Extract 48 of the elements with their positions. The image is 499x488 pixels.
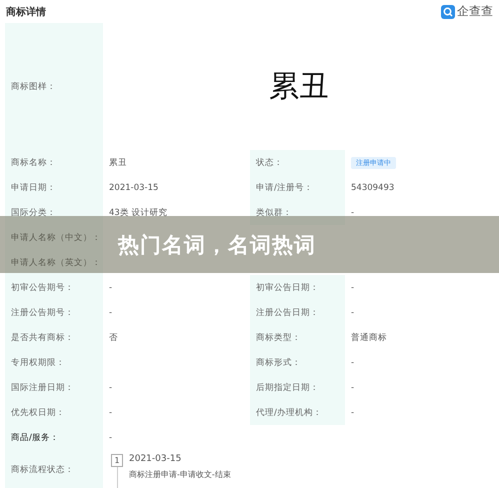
field-value: - bbox=[351, 358, 354, 368]
field-value: - bbox=[351, 308, 354, 318]
label-cell: 代理/办理机构： bbox=[250, 400, 345, 425]
label-cell: 商标图样： bbox=[5, 23, 103, 150]
label-cell: 申请/注册号： bbox=[250, 175, 345, 200]
field-value: 54309493 bbox=[351, 182, 394, 192]
label-cell: 初审公告日期： bbox=[250, 275, 345, 300]
banner-text: 热门名词，名词热词 bbox=[118, 232, 316, 258]
label-cell: 优先权日期： bbox=[5, 400, 103, 425]
field-value: - bbox=[109, 382, 112, 392]
field-value: 普通商标 bbox=[351, 332, 387, 344]
label-cell: 状态： bbox=[250, 150, 345, 175]
field-value: 否 bbox=[109, 332, 118, 344]
trademark-text: 累丑 bbox=[269, 68, 329, 106]
logo-text: 企查查 bbox=[457, 3, 493, 20]
field-value: - bbox=[351, 282, 354, 292]
label-cell: 类似群： bbox=[250, 200, 345, 225]
label-cell: 申请日期： bbox=[5, 175, 103, 200]
label-cell: 注册公告期号： bbox=[5, 300, 103, 325]
label-cell: 注册公告日期： bbox=[250, 300, 345, 325]
label-cell: 申请人名称（英文）： bbox=[5, 250, 103, 275]
page-title: 商标详情 bbox=[6, 5, 46, 18]
field-value: 累丑 bbox=[109, 156, 127, 168]
field-value: - bbox=[109, 282, 112, 292]
step-number: 1 bbox=[111, 454, 123, 467]
label-cell: 初审公告期号： bbox=[5, 275, 103, 300]
field-value: - bbox=[351, 408, 354, 418]
label-cell: 商标流程状态： bbox=[5, 450, 103, 488]
field-value: - bbox=[109, 308, 112, 318]
field-value: - bbox=[351, 382, 354, 392]
label-cell: 后期指定日期： bbox=[250, 375, 345, 400]
field-value: - bbox=[109, 408, 112, 418]
magnifier-logo-icon bbox=[441, 4, 455, 18]
step-description: 商标注册申请-申请收文-结束 bbox=[129, 469, 231, 480]
label-cell: 申请人名称（中文）： bbox=[5, 225, 103, 250]
label-cell: 商标形式： bbox=[250, 350, 345, 375]
field-value: - bbox=[109, 432, 112, 442]
field-value: 2021-03-15 bbox=[109, 182, 158, 192]
field-value: 43类 设计研究 bbox=[109, 206, 168, 218]
label-cell: 商标名称： bbox=[5, 150, 103, 175]
field-value: - bbox=[351, 208, 354, 218]
label-cell: 专用权期限： bbox=[5, 350, 103, 375]
label-cell: 国际分类： bbox=[5, 200, 103, 225]
step-date: 2021-03-15 bbox=[129, 454, 182, 464]
label-cell: 国际注册日期： bbox=[5, 375, 103, 400]
label-cell: 是否共有商标： bbox=[5, 325, 103, 350]
label-cell: 商品/服务： bbox=[5, 425, 103, 450]
label-cell: 商标类型： bbox=[250, 325, 345, 350]
